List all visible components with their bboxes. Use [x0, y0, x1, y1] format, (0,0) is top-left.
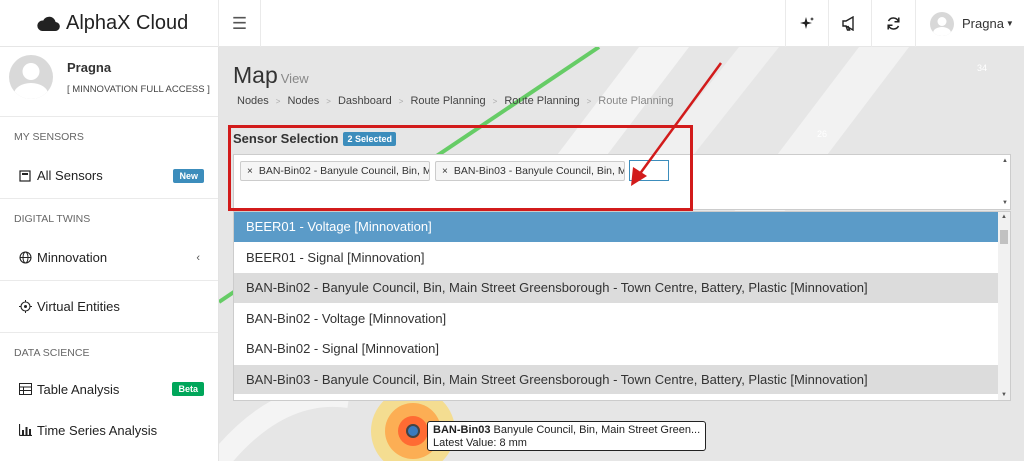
- marker-tooltip: BAN-Bin03 Banyule Council, Bin, Main Str…: [427, 421, 706, 451]
- annotation-arrow: [631, 62, 723, 186]
- profile-role: [ MINNOVATION FULL ACCESS ]: [67, 84, 210, 95]
- sidebar-item-label: Time Series Analysis: [37, 422, 158, 438]
- sensor-icon: [17, 169, 33, 182]
- sidebar: Pragna [ MINNOVATION FULL ACCESS ] MY SE…: [0, 47, 219, 461]
- globe-icon: [17, 251, 33, 264]
- cloud-icon: [37, 16, 60, 32]
- sidebar-item-virtual-entities[interactable]: Virtual Entities: [0, 281, 218, 333]
- user-name: Pragna: [962, 16, 1004, 31]
- caret-down-icon: ▼: [1005, 19, 1014, 28]
- refresh-button[interactable]: [871, 0, 914, 47]
- user-profile: Pragna [ MINNOVATION FULL ACCESS ]: [0, 47, 218, 117]
- beta-badge: Beta: [172, 382, 204, 396]
- sidebar-item-label: Table Analysis: [37, 381, 120, 397]
- tooltip-value: Latest Value: 8 mm: [433, 437, 527, 449]
- top-header: AlphaX Cloud ☰ Pragna ▼: [0, 0, 1024, 47]
- sidebar-item-label: All Sensors: [37, 168, 103, 183]
- refresh-icon: [886, 17, 900, 30]
- announcement-button[interactable]: [828, 0, 871, 47]
- sidebar-item-minnovation[interactable]: Minnovation ‹: [0, 235, 218, 281]
- table-icon: [17, 383, 33, 395]
- sparkle-button[interactable]: [785, 0, 828, 47]
- section-my-sensors: MY SENSORS: [14, 131, 84, 143]
- map-area[interactable]: 34 26 Map View Nodes > Nodes > Dashboard > R…: [219, 47, 1024, 461]
- app-logo[interactable]: AlphaX Cloud: [0, 0, 219, 47]
- profile-name: Pragna: [67, 60, 112, 75]
- map-marker[interactable]: [406, 424, 420, 438]
- avatar: [930, 11, 954, 36]
- target-icon: [17, 300, 33, 313]
- sidebar-item-table-analysis[interactable]: Table Analysis Beta: [0, 369, 218, 409]
- user-menu[interactable]: Pragna ▼: [915, 0, 1024, 47]
- sparkle-icon: [800, 16, 814, 29]
- avatar: [9, 55, 53, 99]
- new-badge: New: [173, 168, 204, 183]
- menu-toggle-button[interactable]: ☰: [219, 0, 261, 47]
- section-digital-twins: DIGITAL TWINS: [14, 213, 91, 225]
- sidebar-item-all-sensors[interactable]: All Sensors New: [0, 153, 218, 199]
- chevron-left-icon: ‹: [196, 251, 200, 264]
- hamburger-icon: ☰: [231, 13, 248, 33]
- chart-icon: [17, 424, 33, 436]
- tooltip-description: Banyule Council, Bin, Main Street Green.…: [493, 424, 700, 436]
- sidebar-item-time-series-analysis[interactable]: Time Series Analysis: [0, 409, 218, 451]
- section-data-science: DATA SCIENCE: [14, 347, 90, 359]
- app-title: AlphaX Cloud: [66, 12, 189, 34]
- megaphone-icon: [842, 16, 854, 31]
- sidebar-item-label: Virtual Entities: [37, 299, 120, 314]
- tooltip-sensor-name: BAN-Bin03: [433, 424, 491, 436]
- sidebar-item-label: Minnovation: [37, 250, 108, 265]
